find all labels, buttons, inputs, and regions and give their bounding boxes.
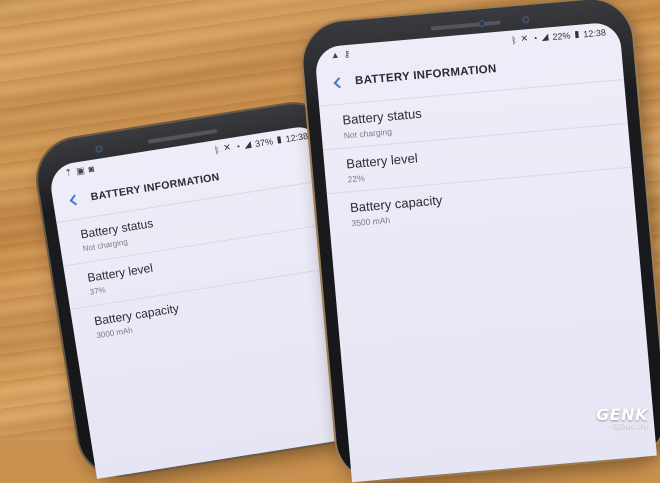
mute-icon: ✕ [520,33,529,44]
clock: 12:38 [582,26,607,39]
bluetooth-icon: ᛒ [510,34,518,46]
mute-icon: ✕ [222,141,232,154]
watermark-logo: GENK [596,405,648,424]
front-camera-icon [94,145,103,154]
battery-icon: ▮ [275,133,283,145]
battery-icon: ▮ [573,28,580,40]
warning-icon: ▲ [330,49,341,61]
battery-percent: 22% [552,29,571,42]
front-camera-icon [478,19,486,28]
watermark: GENK GENK.VN [596,405,648,430]
notification-icon: ◙ [87,163,95,175]
upload-icon: ⇡ [64,167,74,179]
clock: 12:38 [284,130,309,144]
image-icon: ▣ [75,165,86,177]
wifi-icon: ◔ [234,140,242,152]
page-title: BATTERY INFORMATION [354,63,498,88]
battery-percent: 37% [254,135,274,149]
signal-icon: ◢ [243,138,252,150]
signal-icon: ◢ [541,31,549,42]
key-icon: ⚷ [343,48,351,60]
bluetooth-icon: ᛒ [213,144,221,155]
wifi-icon: ◔ [531,32,539,44]
back-arrow-icon[interactable] [331,75,346,90]
earpiece [430,20,501,31]
front-camera-icon [522,15,530,24]
watermark-site: GENK.VN [612,423,648,430]
back-arrow-icon[interactable] [66,192,82,208]
